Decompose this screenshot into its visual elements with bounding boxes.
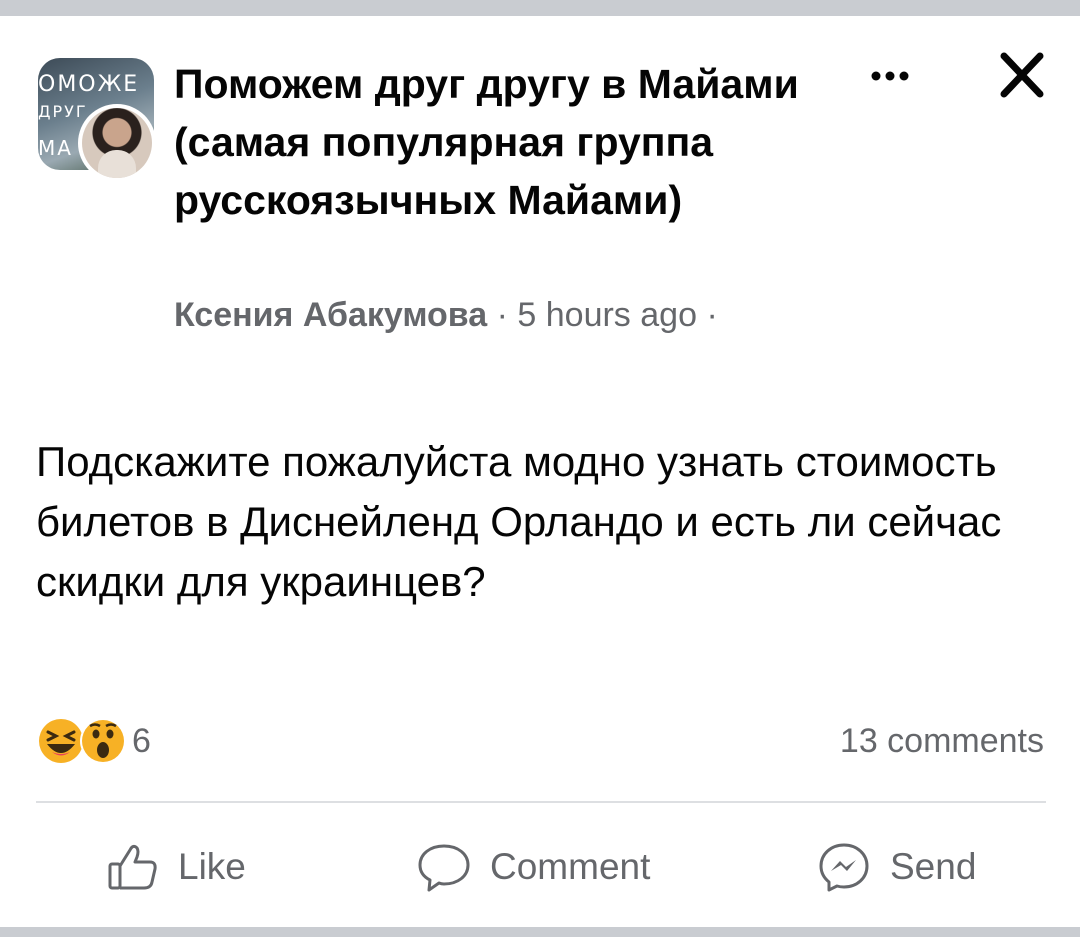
send-label: Send (890, 846, 977, 887)
group-name-link[interactable]: Поможем друг другу в Майами (самая попул… (174, 55, 854, 229)
group-avatar-text: ОМОЖЕ (38, 72, 140, 97)
close-icon (1000, 52, 1044, 98)
group-avatar-text: МА (38, 136, 73, 160)
meta-separator: · (706, 296, 718, 334)
bottom-separator (0, 927, 1080, 937)
thumbs-up-icon (108, 844, 157, 890)
comment-button[interactable]: Comment (416, 832, 650, 902)
meta-separator: · (496, 296, 508, 334)
like-button[interactable]: Like (106, 832, 246, 902)
top-separator (0, 0, 1080, 16)
more-horizontal-icon (871, 71, 909, 81)
send-button[interactable]: Send (816, 832, 976, 902)
user-photo (82, 108, 152, 178)
user-avatar[interactable] (78, 104, 156, 182)
comments-count-link[interactable]: 13 comments (840, 722, 1044, 761)
divider (36, 801, 1046, 803)
post-timestamp-link[interactable]: 5 hours ago (517, 296, 697, 334)
speech-bubble-icon (418, 844, 470, 892)
close-button[interactable] (994, 50, 1050, 100)
comment-label: Comment (490, 846, 651, 887)
more-options-button[interactable] (862, 56, 918, 96)
author-name-link[interactable]: Ксения Абакумова (174, 296, 487, 334)
messenger-icon (819, 843, 869, 892)
post-text: Подскажите пожалуйста модно узнать стоим… (36, 438, 1002, 605)
group-avatar-text: ДРУГ (38, 102, 88, 121)
post-meta: Ксения Абакумова · 5 hours ago · (174, 296, 718, 335)
wow-emoji-icon (80, 718, 126, 764)
reaction-count[interactable]: 6 (132, 722, 151, 761)
like-label: Like (178, 846, 246, 887)
